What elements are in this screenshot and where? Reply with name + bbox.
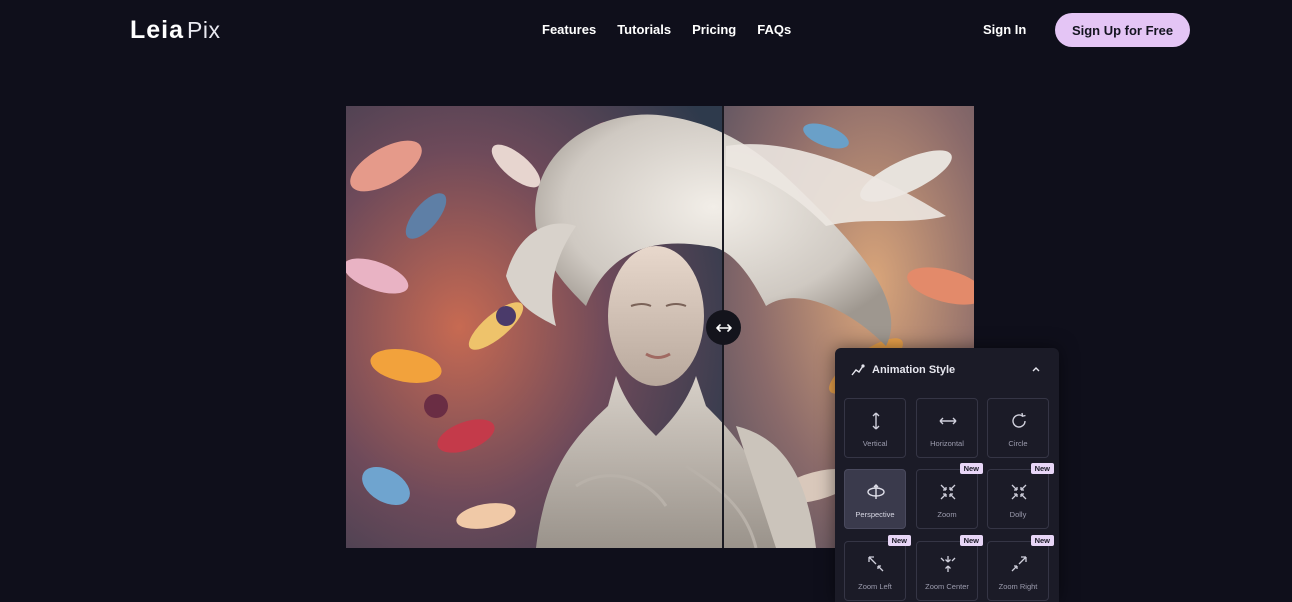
animation-option-dolly[interactable]: Dolly New <box>987 463 1054 529</box>
nav-faqs[interactable]: FAQs <box>757 22 791 37</box>
option-label: Zoom Right <box>998 582 1038 591</box>
option-label: Horizontal <box>930 439 964 448</box>
main-nav: Features Tutorials Pricing FAQs <box>542 22 791 37</box>
animation-option-perspective[interactable]: Perspective <box>844 469 906 529</box>
animation-option-zoom-right[interactable]: Zoom Right New <box>987 535 1054 601</box>
animation-option-vertical[interactable]: Vertical <box>844 398 906 458</box>
site-header: Leia Pix Features Tutorials Pricing FAQs… <box>0 0 1292 60</box>
animation-option-zoom-center[interactable]: Zoom Center New <box>916 535 983 601</box>
option-label: Perspective <box>855 510 895 519</box>
comparison-slider-handle[interactable] <box>706 310 741 345</box>
animation-style-header[interactable]: Animation Style <box>835 348 1059 392</box>
option-label: Zoom Left <box>858 582 892 591</box>
chevron-up-icon[interactable] <box>1030 363 1042 375</box>
zoom-right-icon <box>1011 556 1027 572</box>
option-label: Zoom <box>937 510 957 519</box>
option-label: Zoom Center <box>925 582 969 591</box>
sign-in-link[interactable]: Sign In <box>983 22 1026 37</box>
left-right-arrow-icon <box>715 323 732 332</box>
new-badge: New <box>959 463 983 474</box>
animation-option-circle[interactable]: Circle <box>987 398 1049 458</box>
page: Leia Pix Features Tutorials Pricing FAQs… <box>0 0 1292 602</box>
option-label: Vertical <box>862 439 888 448</box>
logo-leia-text: Leia <box>130 16 185 44</box>
animation-style-panel: Animation Style Vertical Horizontal Circ… <box>835 348 1059 602</box>
zoom-left-icon <box>868 556 884 572</box>
leiapix-logo[interactable]: Leia Pix <box>130 16 220 45</box>
circle-arrow-icon <box>1012 412 1026 428</box>
nav-features[interactable]: Features <box>542 22 596 37</box>
animation-option-horizontal[interactable]: Horizontal <box>916 398 978 458</box>
option-label: Dolly <box>1009 510 1027 519</box>
horizontal-arrows-icon <box>939 417 957 425</box>
perspective-icon <box>867 484 885 499</box>
new-badge: New <box>1030 463 1054 474</box>
nav-tutorials[interactable]: Tutorials <box>617 22 671 37</box>
option-label: Circle <box>1008 439 1028 448</box>
new-badge: New <box>1030 535 1054 546</box>
animation-style-title: Animation Style <box>872 364 956 376</box>
animation-path-icon <box>851 364 865 376</box>
animation-option-zoom[interactable]: Zoom New <box>916 463 983 529</box>
zoom-icon <box>940 484 956 500</box>
new-badge: New <box>887 535 911 546</box>
dolly-icon <box>1011 484 1027 500</box>
vertical-arrows-icon <box>872 412 880 430</box>
zoom-center-icon <box>940 556 956 572</box>
logo-pix-text: Pix <box>187 17 221 43</box>
sign-up-button[interactable]: Sign Up for Free <box>1055 13 1190 47</box>
new-badge: New <box>959 535 983 546</box>
animation-option-zoom-left[interactable]: Zoom Left New <box>844 535 911 601</box>
nav-pricing[interactable]: Pricing <box>692 22 736 37</box>
